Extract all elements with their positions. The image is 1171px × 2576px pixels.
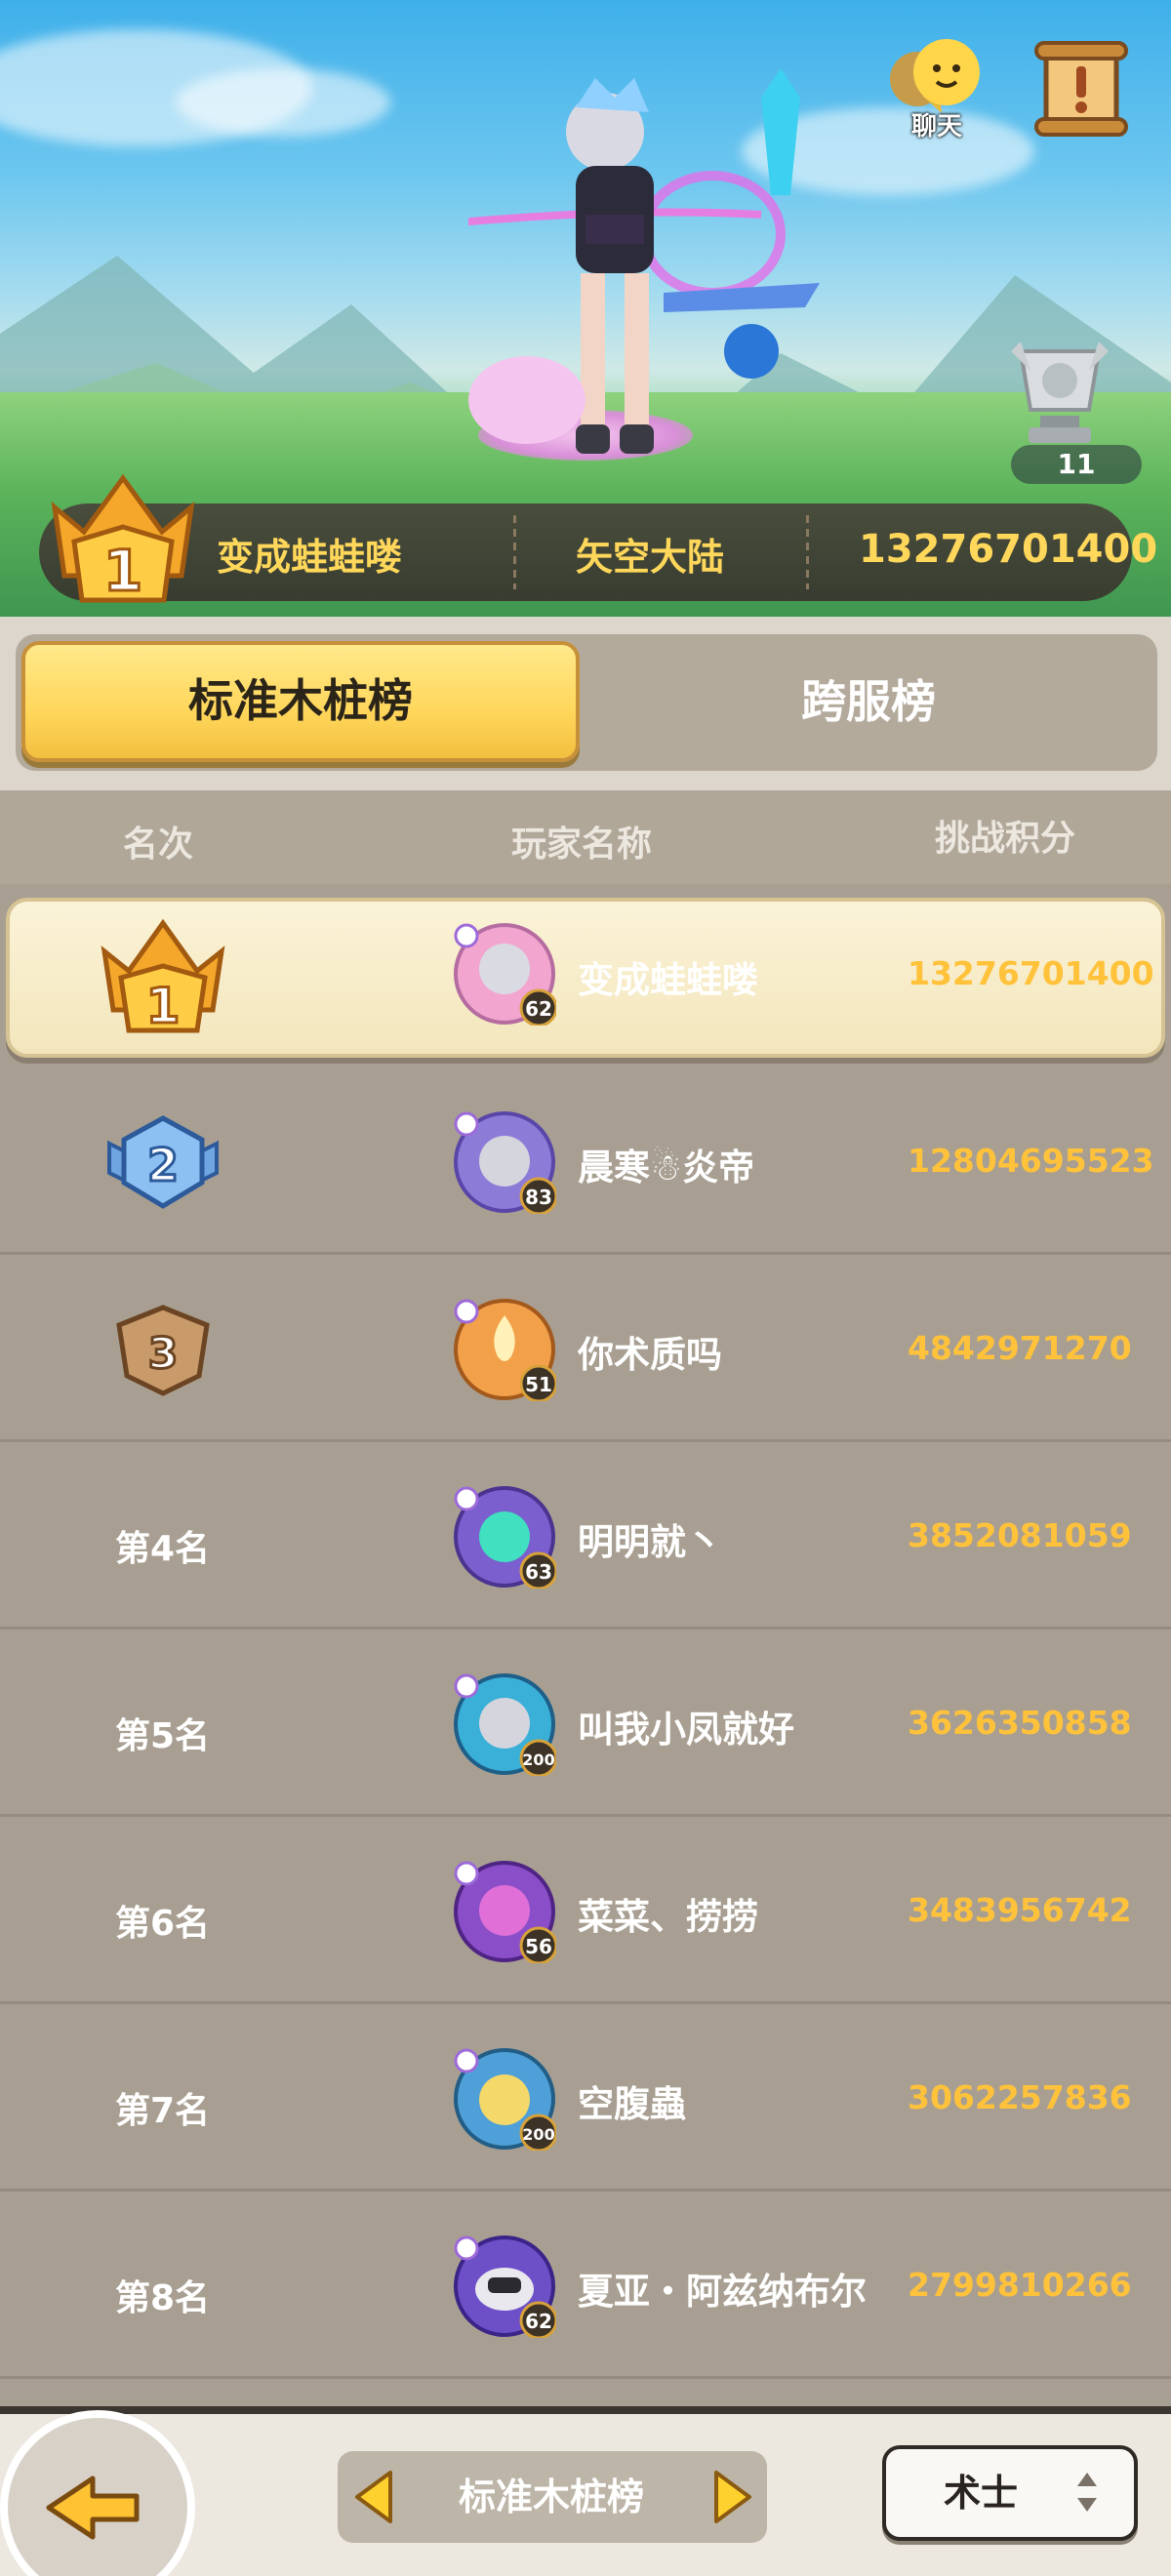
dropdown-arrows-icon bbox=[1077, 2473, 1097, 2512]
header-rank: 名次 bbox=[123, 825, 194, 865]
player-score: 3626350858 bbox=[908, 1704, 1132, 1742]
divider bbox=[806, 515, 809, 589]
svg-text:1: 1 bbox=[103, 538, 142, 604]
next-board-button[interactable] bbox=[710, 2467, 755, 2527]
board-selector-label: 标准木桩榜 bbox=[458, 2475, 644, 2518]
svg-text:63: 63 bbox=[525, 1560, 552, 1584]
svg-text:1: 1 bbox=[146, 978, 181, 1034]
back-button[interactable] bbox=[0, 2410, 195, 2576]
svg-text:3: 3 bbox=[148, 1329, 179, 1379]
notice-button[interactable] bbox=[1032, 37, 1130, 141]
rank-1-crown-badge: 1 bbox=[51, 473, 195, 606]
rank-3-bronze-badge: 3 bbox=[116, 1305, 210, 1396]
trophy-icon[interactable] bbox=[1011, 332, 1109, 459]
avatar[interactable]: 56 bbox=[453, 1860, 558, 1965]
player-avatar-icon: 63 bbox=[454, 1486, 558, 1590]
svg-text:56: 56 bbox=[525, 1935, 552, 1958]
rank-label: 第6名 bbox=[115, 1904, 211, 1944]
player-avatar-icon: 62 bbox=[454, 2235, 558, 2340]
player-name: 晨寒☃炎帝 bbox=[578, 1147, 755, 1188]
svg-text:200: 200 bbox=[522, 1751, 554, 1769]
player-avatar-icon: 83 bbox=[454, 1111, 558, 1216]
player-avatar-icon: 200 bbox=[454, 2048, 558, 2153]
player-score: 13276701400 bbox=[908, 954, 1154, 992]
player-name: 夏亚・阿兹纳布尔 bbox=[578, 2271, 867, 2313]
avatar[interactable]: 62 bbox=[453, 2234, 558, 2340]
avatar[interactable]: 62 bbox=[453, 922, 558, 1027]
player-score: 3062257836 bbox=[908, 2078, 1132, 2116]
player-name: 空腹蟲 bbox=[578, 2083, 686, 2125]
rank-1-gold-badge: 1 bbox=[101, 918, 225, 1036]
avatar[interactable]: 83 bbox=[453, 1110, 558, 1216]
svg-text:83: 83 bbox=[525, 1186, 552, 1209]
avatar[interactable]: 63 bbox=[453, 1485, 558, 1590]
tab-cross-server-label: 跨服榜 bbox=[801, 675, 936, 728]
chat-label: 聊天 bbox=[910, 112, 962, 141]
avatar[interactable]: 51 bbox=[453, 1298, 558, 1403]
player-avatar-icon: 62 bbox=[454, 923, 558, 1027]
player-name: 菜菜、捞捞 bbox=[578, 1896, 758, 1938]
rank-label: 第8名 bbox=[115, 2278, 211, 2318]
tab-standard-dummy[interactable]: 标准木桩榜 bbox=[21, 641, 580, 762]
svg-text:62: 62 bbox=[525, 997, 552, 1021]
player-score: 4842971270 bbox=[908, 1329, 1132, 1367]
rank-label: 第5名 bbox=[115, 1716, 211, 1756]
header-player: 玩家名称 bbox=[511, 825, 653, 865]
rank-label: 第7名 bbox=[115, 2091, 211, 2131]
svg-text:51: 51 bbox=[525, 1373, 552, 1396]
player-avatar-icon: 51 bbox=[454, 1299, 558, 1403]
svg-text:2: 2 bbox=[147, 1139, 179, 1191]
chat-button[interactable]: 聊天 bbox=[883, 35, 990, 142]
previous-board-button[interactable] bbox=[351, 2467, 396, 2527]
player-score: 3483956742 bbox=[908, 1891, 1132, 1929]
champion-server: 矢空大陆 bbox=[576, 536, 725, 579]
player-score: 3852081059 bbox=[908, 1516, 1132, 1554]
tab-standard-dummy-label: 标准木桩榜 bbox=[188, 674, 413, 727]
svg-text:200: 200 bbox=[522, 2125, 554, 2144]
avatar[interactable]: 200 bbox=[453, 2047, 558, 2153]
trophy-count: 11 bbox=[1011, 445, 1142, 484]
header-score: 挑战积分 bbox=[935, 819, 1076, 859]
player-avatar-icon: 56 bbox=[454, 1861, 558, 1965]
rank-2-silver-badge: 2 bbox=[107, 1115, 219, 1209]
player-score: 2799810266 bbox=[908, 2266, 1132, 2304]
player-avatar-icon: 200 bbox=[454, 1673, 558, 1778]
svg-text:62: 62 bbox=[525, 2310, 552, 2333]
player-name: 你术质吗 bbox=[578, 1334, 722, 1376]
divider bbox=[513, 515, 516, 589]
player-name: 叫我小凤就好 bbox=[578, 1709, 794, 1751]
rank-label: 第4名 bbox=[115, 1529, 211, 1569]
champion-name: 变成蛙蛙喽 bbox=[217, 536, 403, 579]
class-dropdown-label: 术士 bbox=[943, 2472, 1018, 2515]
player-name: 明明就丶 bbox=[578, 1521, 722, 1563]
tab-cross-server[interactable]: 跨服榜 bbox=[586, 641, 1151, 762]
champion-score: 13276701400 bbox=[859, 527, 1158, 572]
player-name: 变成蛙蛙喽 bbox=[578, 959, 758, 1001]
player-character[interactable] bbox=[468, 39, 859, 498]
scroll-notice-icon bbox=[1034, 41, 1128, 137]
avatar[interactable]: 200 bbox=[453, 1672, 558, 1778]
player-score: 12804695523 bbox=[908, 1142, 1154, 1180]
